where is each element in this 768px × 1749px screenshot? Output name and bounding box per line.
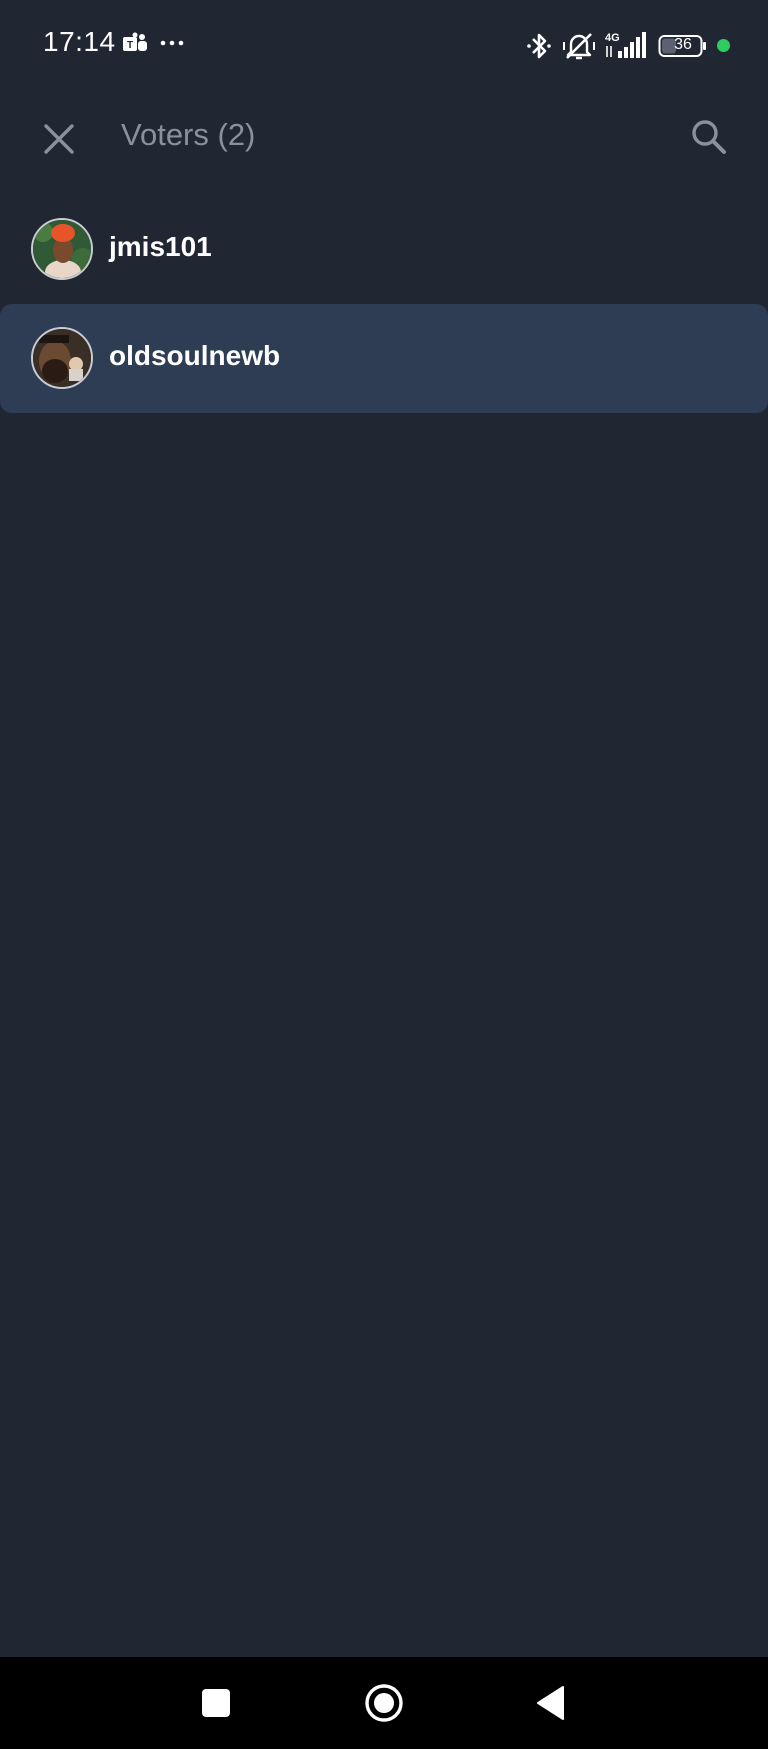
- voter-username: oldsoulnewb: [109, 340, 281, 371]
- vibrate-mute-icon: [563, 33, 595, 60]
- teams-icon: T: [123, 32, 147, 51]
- search-icon[interactable]: [686, 114, 732, 160]
- bluetooth-icon: [527, 33, 551, 59]
- svg-text:T: T: [127, 40, 133, 51]
- voters-header: Voters (2): [0, 90, 768, 180]
- network-type: 4G: [605, 32, 620, 44]
- battery-level: 36: [674, 36, 692, 53]
- recents-icon[interactable]: [202, 1689, 230, 1717]
- more-dots-icon: [160, 40, 184, 46]
- system-nav-bar: [0, 1657, 768, 1749]
- status-dot: [717, 39, 730, 52]
- avatar: [31, 218, 93, 280]
- back-icon[interactable]: [536, 1685, 564, 1721]
- voter-row-jmis101[interactable]: jmis101: [0, 195, 768, 304]
- signal-icon: 4G: [605, 32, 646, 58]
- status-bar: 17:14 T 4G 36: [0, 0, 768, 90]
- home-icon[interactable]: [364, 1683, 404, 1723]
- voter-username: jmis101: [109, 231, 212, 262]
- close-icon[interactable]: [36, 116, 82, 162]
- status-time: 17:14: [43, 26, 116, 57]
- avatar: [31, 327, 93, 389]
- page-title: Voters (2): [121, 117, 256, 152]
- voter-row-oldsoulnewb[interactable]: oldsoulnewb: [0, 304, 768, 413]
